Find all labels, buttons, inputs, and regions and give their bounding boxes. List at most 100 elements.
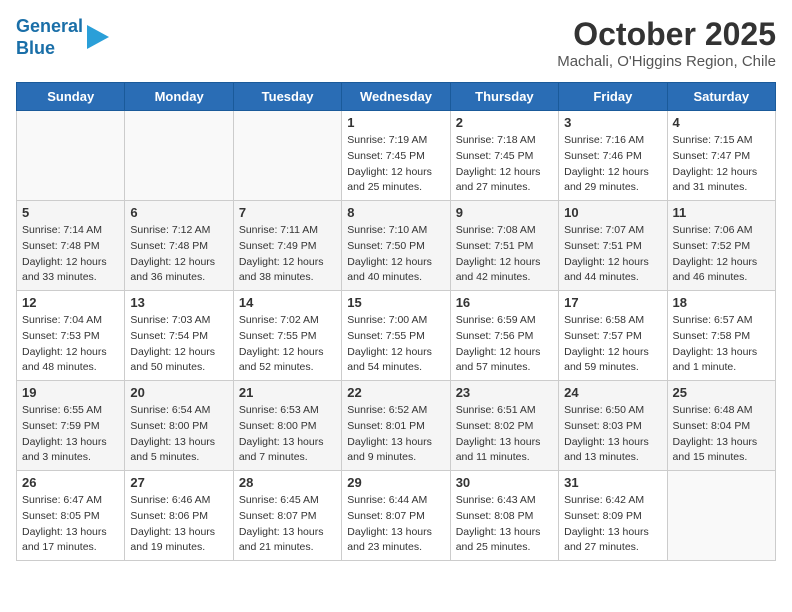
day-number: 2 [456,115,553,130]
calendar-cell: 5 Sunrise: 7:14 AMSunset: 7:48 PMDayligh… [17,201,125,291]
calendar-table: SundayMondayTuesdayWednesdayThursdayFrid… [16,82,776,561]
day-number: 24 [564,385,661,400]
day-info: Sunrise: 6:46 AMSunset: 8:06 PMDaylight:… [130,493,227,556]
weekday-header-thursday: Thursday [450,83,558,111]
day-number: 16 [456,295,553,310]
calendar-week-row: 5 Sunrise: 7:14 AMSunset: 7:48 PMDayligh… [17,201,776,291]
day-info: Sunrise: 7:18 AMSunset: 7:45 PMDaylight:… [456,133,553,196]
day-info: Sunrise: 6:54 AMSunset: 8:00 PMDaylight:… [130,403,227,466]
calendar-cell: 2 Sunrise: 7:18 AMSunset: 7:45 PMDayligh… [450,111,558,201]
calendar-cell: 27 Sunrise: 6:46 AMSunset: 8:06 PMDaylig… [125,471,233,561]
day-number: 7 [239,205,336,220]
calendar-week-row: 12 Sunrise: 7:04 AMSunset: 7:53 PMDaylig… [17,291,776,381]
day-number: 26 [22,475,119,490]
calendar-cell: 29 Sunrise: 6:44 AMSunset: 8:07 PMDaylig… [342,471,450,561]
calendar-cell: 1 Sunrise: 7:19 AMSunset: 7:45 PMDayligh… [342,111,450,201]
weekday-header-saturday: Saturday [667,83,775,111]
logo: GeneralBlue [16,16,109,59]
day-number: 9 [456,205,553,220]
calendar-cell: 23 Sunrise: 6:51 AMSunset: 8:02 PMDaylig… [450,381,558,471]
day-number: 3 [564,115,661,130]
calendar-cell [667,471,775,561]
day-info: Sunrise: 7:07 AMSunset: 7:51 PMDaylight:… [564,223,661,286]
day-info: Sunrise: 7:14 AMSunset: 7:48 PMDaylight:… [22,223,119,286]
calendar-cell: 22 Sunrise: 6:52 AMSunset: 8:01 PMDaylig… [342,381,450,471]
calendar-cell: 14 Sunrise: 7:02 AMSunset: 7:55 PMDaylig… [233,291,341,381]
day-number: 8 [347,205,444,220]
title-block: October 2025 Machali, O'Higgins Region, … [557,16,776,70]
page-header: GeneralBlue October 2025 Machali, O'Higg… [16,16,776,70]
day-info: Sunrise: 7:04 AMSunset: 7:53 PMDaylight:… [22,313,119,376]
day-number: 11 [673,205,770,220]
day-number: 13 [130,295,227,310]
calendar-cell: 19 Sunrise: 6:55 AMSunset: 7:59 PMDaylig… [17,381,125,471]
day-number: 17 [564,295,661,310]
day-info: Sunrise: 6:57 AMSunset: 7:58 PMDaylight:… [673,313,770,376]
calendar-cell: 12 Sunrise: 7:04 AMSunset: 7:53 PMDaylig… [17,291,125,381]
logo-text: GeneralBlue [16,16,83,59]
weekday-header-sunday: Sunday [17,83,125,111]
calendar-cell: 10 Sunrise: 7:07 AMSunset: 7:51 PMDaylig… [559,201,667,291]
weekday-header-row: SundayMondayTuesdayWednesdayThursdayFrid… [17,83,776,111]
calendar-cell: 17 Sunrise: 6:58 AMSunset: 7:57 PMDaylig… [559,291,667,381]
day-number: 4 [673,115,770,130]
calendar-cell: 15 Sunrise: 7:00 AMSunset: 7:55 PMDaylig… [342,291,450,381]
calendar-week-row: 1 Sunrise: 7:19 AMSunset: 7:45 PMDayligh… [17,111,776,201]
month-title: October 2025 [557,16,776,53]
day-info: Sunrise: 7:00 AMSunset: 7:55 PMDaylight:… [347,313,444,376]
day-info: Sunrise: 6:55 AMSunset: 7:59 PMDaylight:… [22,403,119,466]
day-number: 27 [130,475,227,490]
calendar-week-row: 19 Sunrise: 6:55 AMSunset: 7:59 PMDaylig… [17,381,776,471]
day-info: Sunrise: 6:43 AMSunset: 8:08 PMDaylight:… [456,493,553,556]
day-info: Sunrise: 7:08 AMSunset: 7:51 PMDaylight:… [456,223,553,286]
day-info: Sunrise: 7:19 AMSunset: 7:45 PMDaylight:… [347,133,444,196]
calendar-cell [17,111,125,201]
day-info: Sunrise: 6:52 AMSunset: 8:01 PMDaylight:… [347,403,444,466]
day-number: 21 [239,385,336,400]
weekday-header-tuesday: Tuesday [233,83,341,111]
weekday-header-friday: Friday [559,83,667,111]
calendar-cell: 30 Sunrise: 6:43 AMSunset: 8:08 PMDaylig… [450,471,558,561]
calendar-cell: 6 Sunrise: 7:12 AMSunset: 7:48 PMDayligh… [125,201,233,291]
day-number: 15 [347,295,444,310]
calendar-cell: 26 Sunrise: 6:47 AMSunset: 8:05 PMDaylig… [17,471,125,561]
calendar-cell: 13 Sunrise: 7:03 AMSunset: 7:54 PMDaylig… [125,291,233,381]
calendar-cell: 16 Sunrise: 6:59 AMSunset: 7:56 PMDaylig… [450,291,558,381]
calendar-cell: 7 Sunrise: 7:11 AMSunset: 7:49 PMDayligh… [233,201,341,291]
day-info: Sunrise: 6:50 AMSunset: 8:03 PMDaylight:… [564,403,661,466]
logo-arrow-icon [87,25,109,49]
day-info: Sunrise: 7:16 AMSunset: 7:46 PMDaylight:… [564,133,661,196]
day-info: Sunrise: 6:48 AMSunset: 8:04 PMDaylight:… [673,403,770,466]
day-info: Sunrise: 7:12 AMSunset: 7:48 PMDaylight:… [130,223,227,286]
calendar-week-row: 26 Sunrise: 6:47 AMSunset: 8:05 PMDaylig… [17,471,776,561]
day-number: 19 [22,385,119,400]
calendar-cell: 20 Sunrise: 6:54 AMSunset: 8:00 PMDaylig… [125,381,233,471]
day-number: 23 [456,385,553,400]
calendar-cell: 4 Sunrise: 7:15 AMSunset: 7:47 PMDayligh… [667,111,775,201]
day-info: Sunrise: 7:06 AMSunset: 7:52 PMDaylight:… [673,223,770,286]
day-info: Sunrise: 7:02 AMSunset: 7:55 PMDaylight:… [239,313,336,376]
day-info: Sunrise: 6:44 AMSunset: 8:07 PMDaylight:… [347,493,444,556]
day-info: Sunrise: 6:42 AMSunset: 8:09 PMDaylight:… [564,493,661,556]
day-info: Sunrise: 6:59 AMSunset: 7:56 PMDaylight:… [456,313,553,376]
calendar-cell: 28 Sunrise: 6:45 AMSunset: 8:07 PMDaylig… [233,471,341,561]
calendar-cell: 9 Sunrise: 7:08 AMSunset: 7:51 PMDayligh… [450,201,558,291]
day-number: 10 [564,205,661,220]
day-number: 22 [347,385,444,400]
calendar-cell: 31 Sunrise: 6:42 AMSunset: 8:09 PMDaylig… [559,471,667,561]
location-subtitle: Machali, O'Higgins Region, Chile [557,53,776,70]
day-info: Sunrise: 6:58 AMSunset: 7:57 PMDaylight:… [564,313,661,376]
day-number: 5 [22,205,119,220]
day-number: 31 [564,475,661,490]
calendar-cell [233,111,341,201]
day-number: 12 [22,295,119,310]
day-info: Sunrise: 7:15 AMSunset: 7:47 PMDaylight:… [673,133,770,196]
day-number: 1 [347,115,444,130]
day-number: 6 [130,205,227,220]
day-info: Sunrise: 7:10 AMSunset: 7:50 PMDaylight:… [347,223,444,286]
day-number: 28 [239,475,336,490]
calendar-cell: 11 Sunrise: 7:06 AMSunset: 7:52 PMDaylig… [667,201,775,291]
calendar-cell: 25 Sunrise: 6:48 AMSunset: 8:04 PMDaylig… [667,381,775,471]
day-number: 25 [673,385,770,400]
weekday-header-monday: Monday [125,83,233,111]
